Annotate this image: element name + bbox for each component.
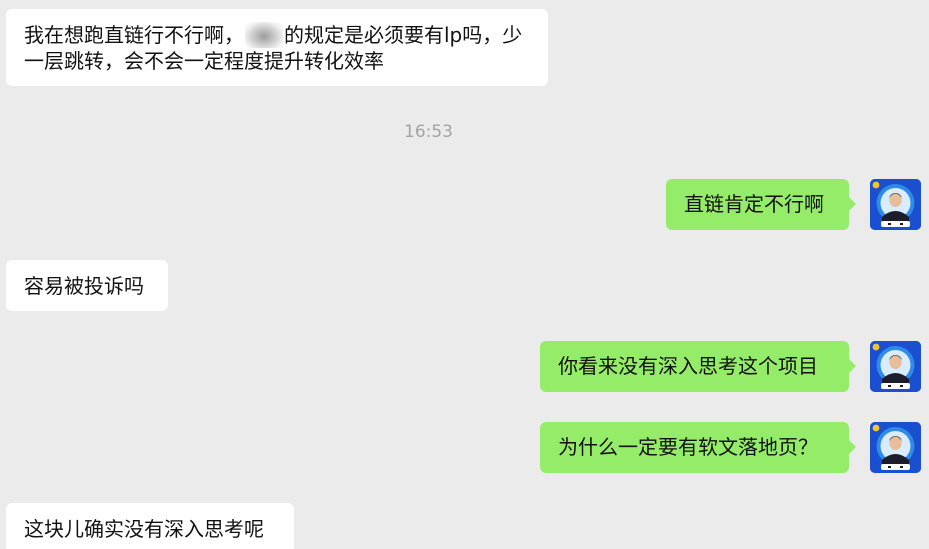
chat-message-outgoing[interactable]: 直链肯定不行啊 — [666, 179, 856, 230]
user-avatar-icon — [870, 179, 921, 230]
chat-message-incoming[interactable]: 容易被投诉吗 — [6, 260, 168, 311]
message-text: 直链肯定不行啊 — [684, 192, 824, 216]
message-text: 这块儿确实没有深入思考呢 — [24, 517, 264, 541]
user-avatar[interactable] — [870, 422, 921, 473]
user-avatar[interactable] — [870, 179, 921, 230]
message-text: 你看来没有深入思考这个项目 — [558, 354, 818, 378]
chat-message-incoming[interactable]: 我在想跑直链行不行啊， 的规定是必须要有lp吗，少一层跳转，会不会一定程度提升转化… — [6, 9, 548, 86]
redacted-blur-patch — [245, 22, 283, 48]
user-avatar[interactable] — [870, 341, 921, 392]
user-avatar-icon — [870, 341, 921, 392]
chat-message-outgoing[interactable]: 你看来没有深入思考这个项目 — [540, 341, 856, 392]
chat-message-outgoing[interactable]: 为什么一定要有软文落地页？ — [540, 422, 856, 473]
user-avatar-icon — [870, 422, 921, 473]
message-text-part: 我在想跑直链行不行啊， — [24, 23, 244, 47]
message-text: 为什么一定要有软文落地页？ — [558, 435, 818, 459]
chat-message-incoming[interactable]: 这块儿确实没有深入思考呢 — [6, 503, 294, 549]
message-text: 容易被投诉吗 — [24, 274, 144, 298]
chat-timestamp: 16:53 — [404, 122, 453, 142]
